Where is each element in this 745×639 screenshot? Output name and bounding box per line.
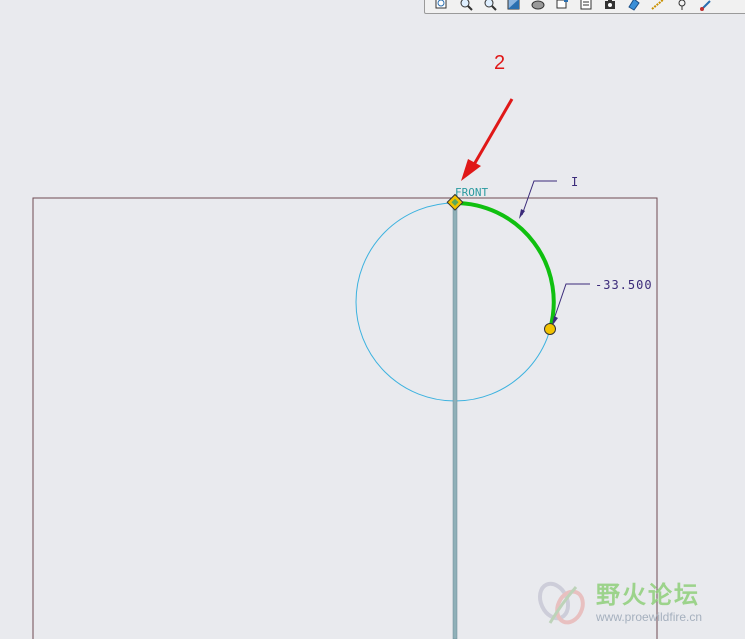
sketch-canvas[interactable]: FRONT I -33.500 bbox=[0, 0, 745, 639]
watermark-url: www.proewildfire.cn bbox=[596, 610, 703, 624]
marker-label: I bbox=[571, 175, 578, 189]
sketch-arc[interactable] bbox=[453, 201, 556, 331]
front-datum-line[interactable] bbox=[452, 199, 458, 639]
annotation-arrow-head bbox=[461, 159, 481, 181]
forum-logo-icon bbox=[537, 581, 585, 625]
annotation-arrow-shaft bbox=[470, 98, 514, 169]
dimension-leader bbox=[552, 283, 590, 323]
forum-watermark: 野火论坛 www.proewildfire.cn bbox=[532, 570, 742, 636]
front-datum-label: FRONT bbox=[455, 186, 488, 199]
dimension-value[interactable]: -33.500 bbox=[595, 278, 653, 292]
watermark-title: 野火论坛 bbox=[596, 581, 700, 609]
end-point-marker[interactable] bbox=[544, 323, 556, 335]
